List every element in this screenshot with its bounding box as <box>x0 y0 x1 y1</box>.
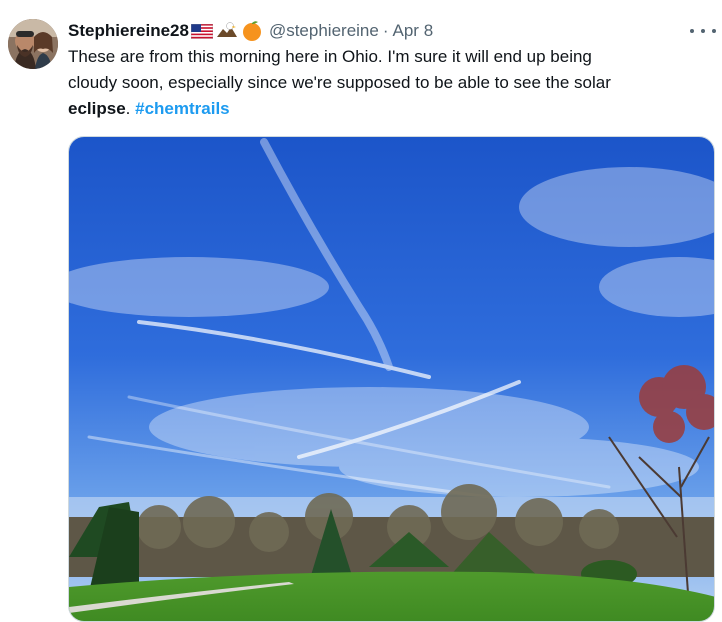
tweet-text-line: cloudy soon, especially since we're supp… <box>68 73 611 92</box>
bold-word: eclipse <box>68 99 126 118</box>
avatar[interactable] <box>8 19 58 69</box>
tweet-card[interactable]: Stephiereine28 @stephiereine · Apr 8 The… <box>0 0 722 622</box>
display-name[interactable]: Stephiereine28 <box>68 21 189 41</box>
us-flag-icon <box>190 23 213 39</box>
tweet-text-line: These are from this morning here in Ohio… <box>68 47 592 66</box>
orange-icon <box>241 20 263 42</box>
period: . <box>125 99 131 118</box>
tweet-header: Stephiereine28 @stephiereine · Apr 8 <box>68 18 433 44</box>
user-handle[interactable]: @stephiereine <box>269 21 379 41</box>
hashtag-link[interactable]: #chemtrails <box>135 99 230 118</box>
separator-dot: · <box>382 21 389 40</box>
tweet-text-line: eclipse. #chemtrails <box>68 96 708 122</box>
tweet-text: These are from this morning here in Ohio… <box>68 44 708 122</box>
tweet-photo[interactable] <box>68 136 715 622</box>
tweet-date[interactable]: Apr 8 <box>393 21 434 41</box>
sky-landscape-image <box>69 137 714 621</box>
more-horizontal-icon[interactable] <box>690 23 716 39</box>
eagle-icon <box>215 21 239 41</box>
avatar-photo <box>8 19 58 69</box>
